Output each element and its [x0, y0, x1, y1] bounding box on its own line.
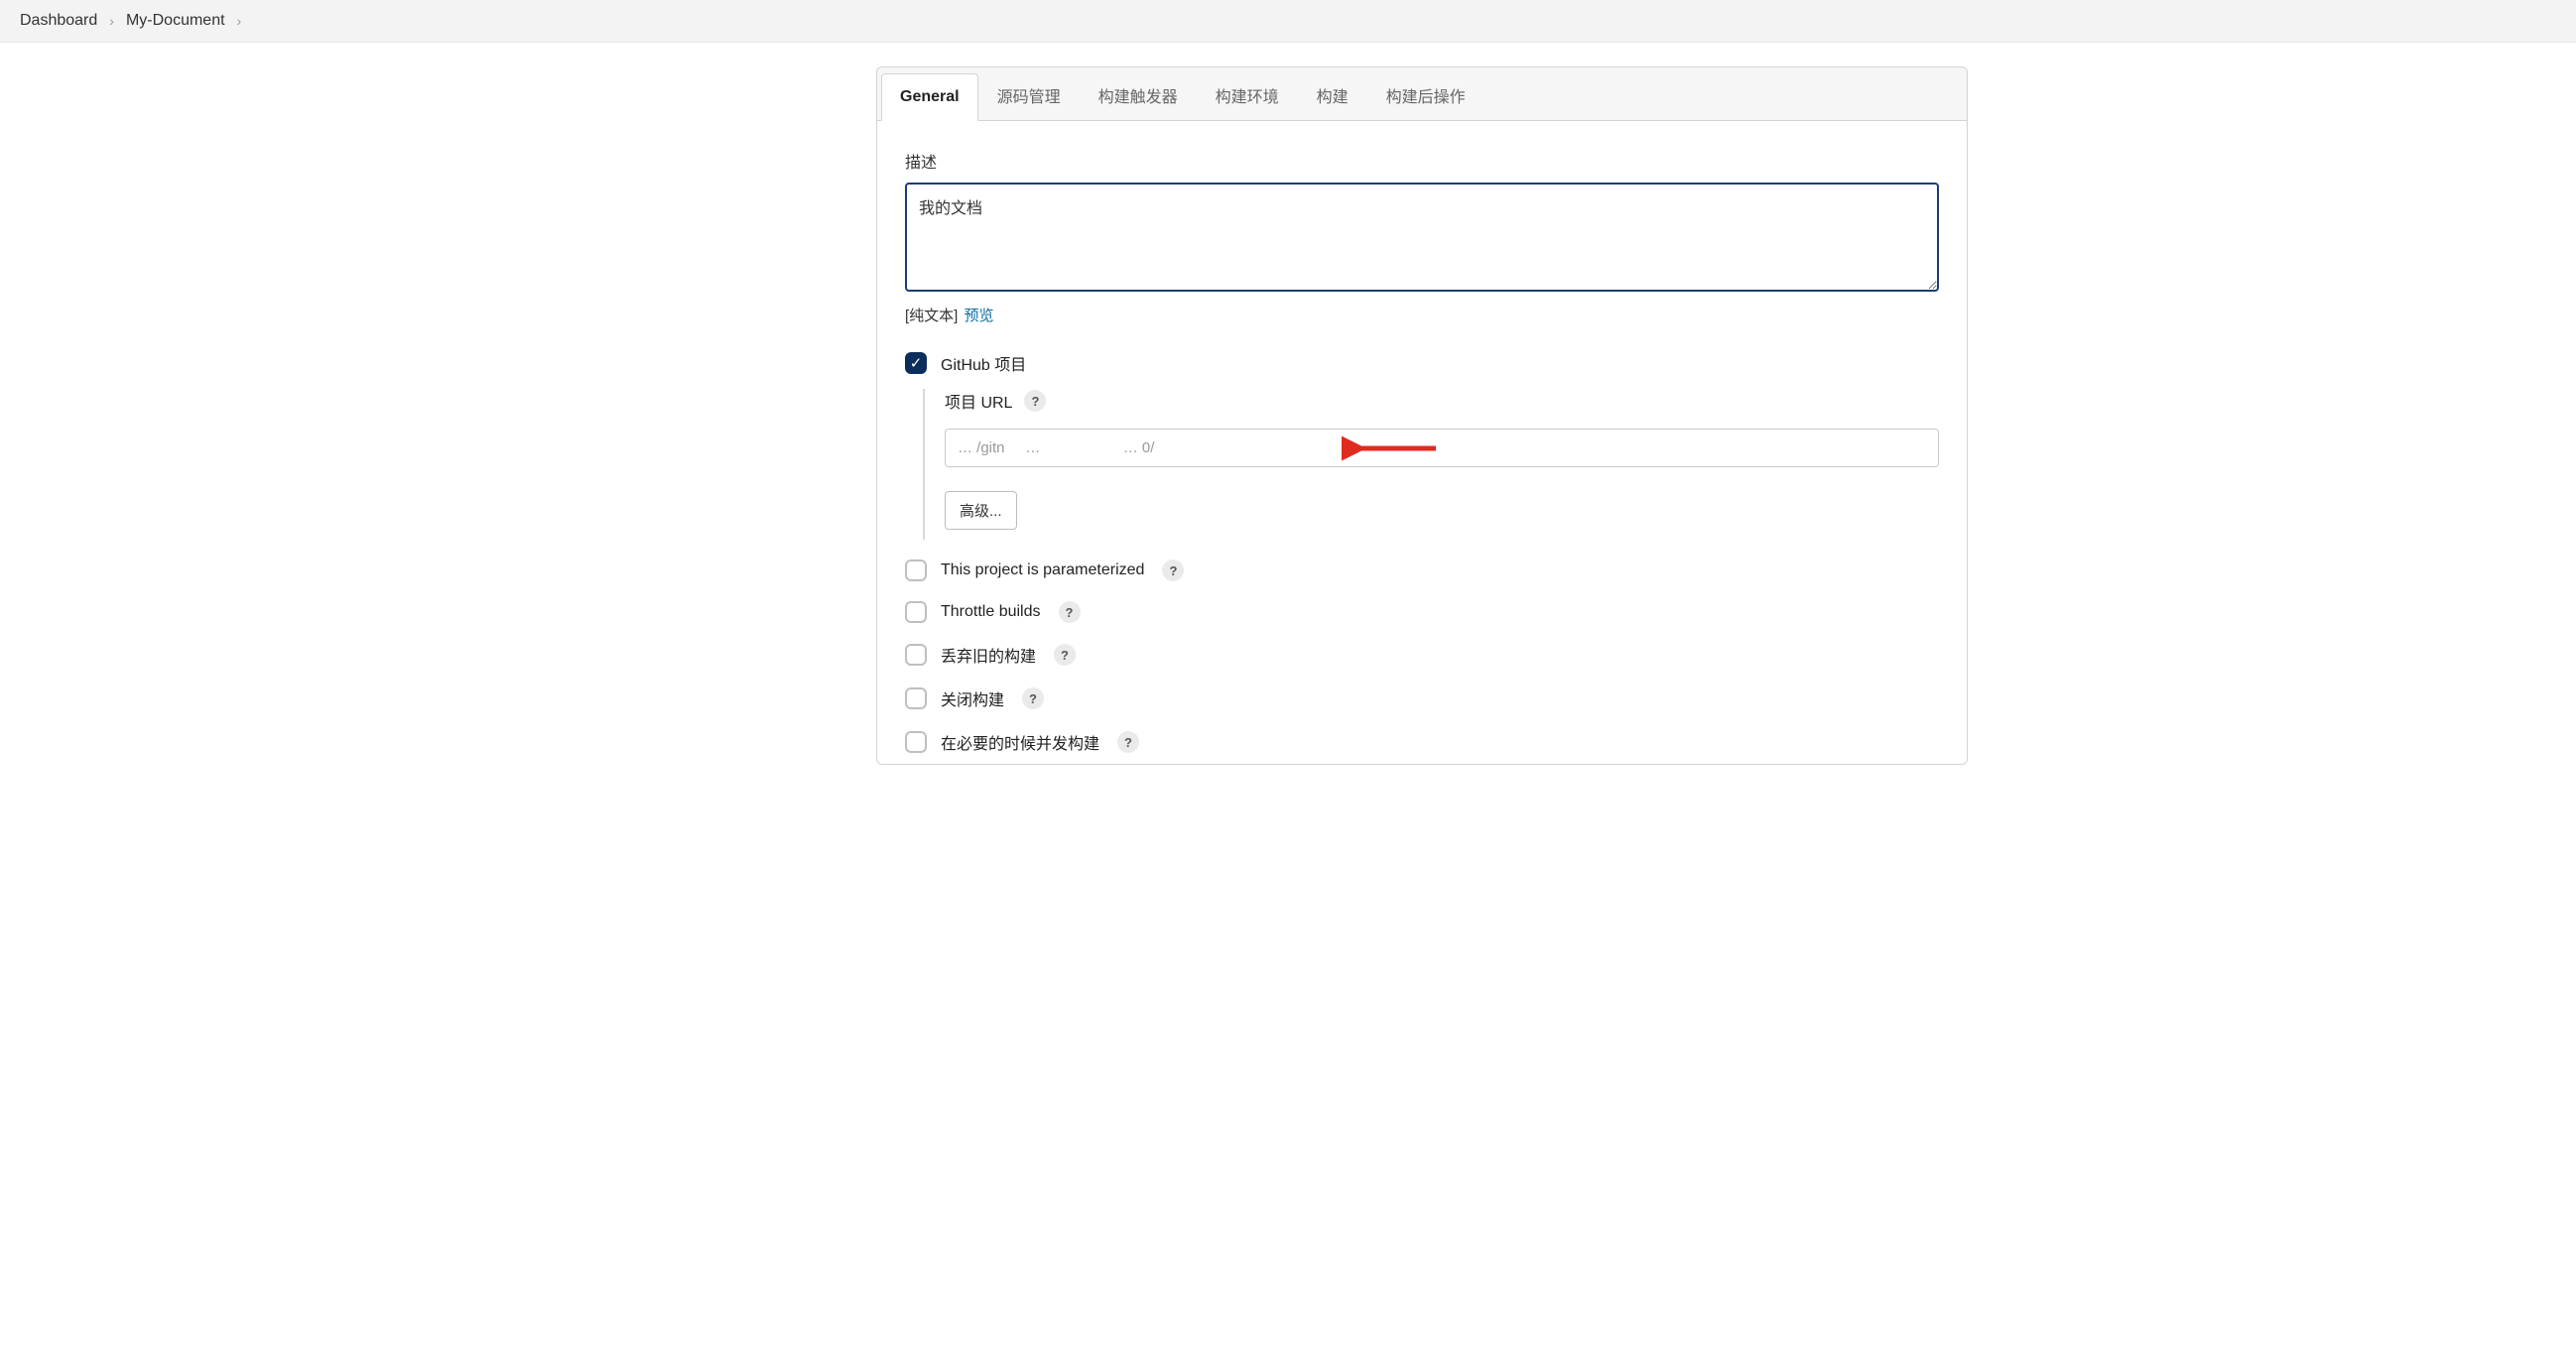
tab-build-environment[interactable]: 构建环境 [1197, 68, 1298, 121]
help-icon[interactable]: ? [1022, 687, 1044, 709]
project-url-label-row: 项目 URL ? [945, 389, 1939, 413]
option-disable-build-row: 关闭构建 ? [905, 686, 1939, 710]
option-throttle-row: Throttle builds ? [905, 601, 1939, 623]
github-project-label: GitHub 项目 [941, 351, 1026, 375]
tab-bar: General 源码管理 构建触发器 构建环境 构建 构建后操作 [877, 67, 1967, 121]
description-label: 描述 [905, 149, 1939, 173]
option-throttle-label: Throttle builds [941, 603, 1041, 621]
help-icon[interactable]: ? [1059, 601, 1081, 623]
option-concurrent-label: 在必要的时候并发构建 [941, 730, 1099, 754]
chevron-right-icon: › [109, 13, 114, 29]
option-parameterized-row: This project is parameterized ? [905, 559, 1939, 581]
check-icon: ✓ [910, 356, 923, 371]
option-concurrent-checkbox[interactable] [905, 731, 927, 753]
help-icon[interactable]: ? [1024, 390, 1046, 412]
option-concurrent-row: 在必要的时候并发构建 ? [905, 730, 1939, 754]
option-discard-old-row: 丢弃旧的构建 ? [905, 643, 1939, 667]
github-nested-block: 项目 URL ? 高级... [923, 389, 1939, 540]
advanced-button[interactable]: 高级... [945, 491, 1017, 530]
description-meta: [纯文本] 预览 [905, 305, 1939, 325]
tab-general[interactable]: General [881, 73, 978, 121]
help-icon[interactable]: ? [1117, 731, 1139, 753]
option-parameterized-label: This project is parameterized [941, 561, 1144, 579]
github-project-checkbox[interactable]: ✓ [905, 352, 927, 374]
main-container: General 源码管理 构建触发器 构建环境 构建 构建后操作 描述 [纯文本… [0, 43, 2576, 765]
breadcrumb-item-dashboard[interactable]: Dashboard [20, 12, 97, 30]
tab-source-management[interactable]: 源码管理 [978, 68, 1080, 121]
option-parameterized-checkbox[interactable] [905, 559, 927, 581]
help-icon[interactable]: ? [1054, 644, 1076, 666]
option-disable-build-label: 关闭构建 [941, 686, 1004, 710]
tab-build-triggers[interactable]: 构建触发器 [1080, 68, 1197, 121]
github-project-row: ✓ GitHub 项目 [905, 351, 1939, 375]
config-panel: General 源码管理 构建触发器 构建环境 构建 构建后操作 描述 [纯文本… [876, 66, 1968, 765]
preview-link[interactable]: 预览 [965, 308, 994, 324]
panel-body: 描述 [纯文本] 预览 ✓ GitHub 项目 项目 URL ? [877, 121, 1967, 764]
description-textarea[interactable] [905, 183, 1939, 292]
option-discard-old-label: 丢弃旧的构建 [941, 643, 1036, 667]
tab-build[interactable]: 构建 [1298, 68, 1367, 121]
project-url-label: 项目 URL [945, 389, 1012, 413]
project-url-input[interactable] [945, 429, 1939, 467]
breadcrumb: Dashboard › My-Document › [0, 0, 2576, 43]
option-throttle-checkbox[interactable] [905, 601, 927, 623]
breadcrumb-item-project[interactable]: My-Document [126, 12, 225, 30]
project-url-input-wrap [945, 429, 1939, 467]
option-discard-old-checkbox[interactable] [905, 644, 927, 666]
help-icon[interactable]: ? [1162, 559, 1184, 581]
plain-text-label: [纯文本] [905, 308, 958, 324]
option-disable-build-checkbox[interactable] [905, 687, 927, 709]
chevron-right-icon: › [237, 13, 242, 29]
tab-post-build-actions[interactable]: 构建后操作 [1367, 68, 1484, 121]
